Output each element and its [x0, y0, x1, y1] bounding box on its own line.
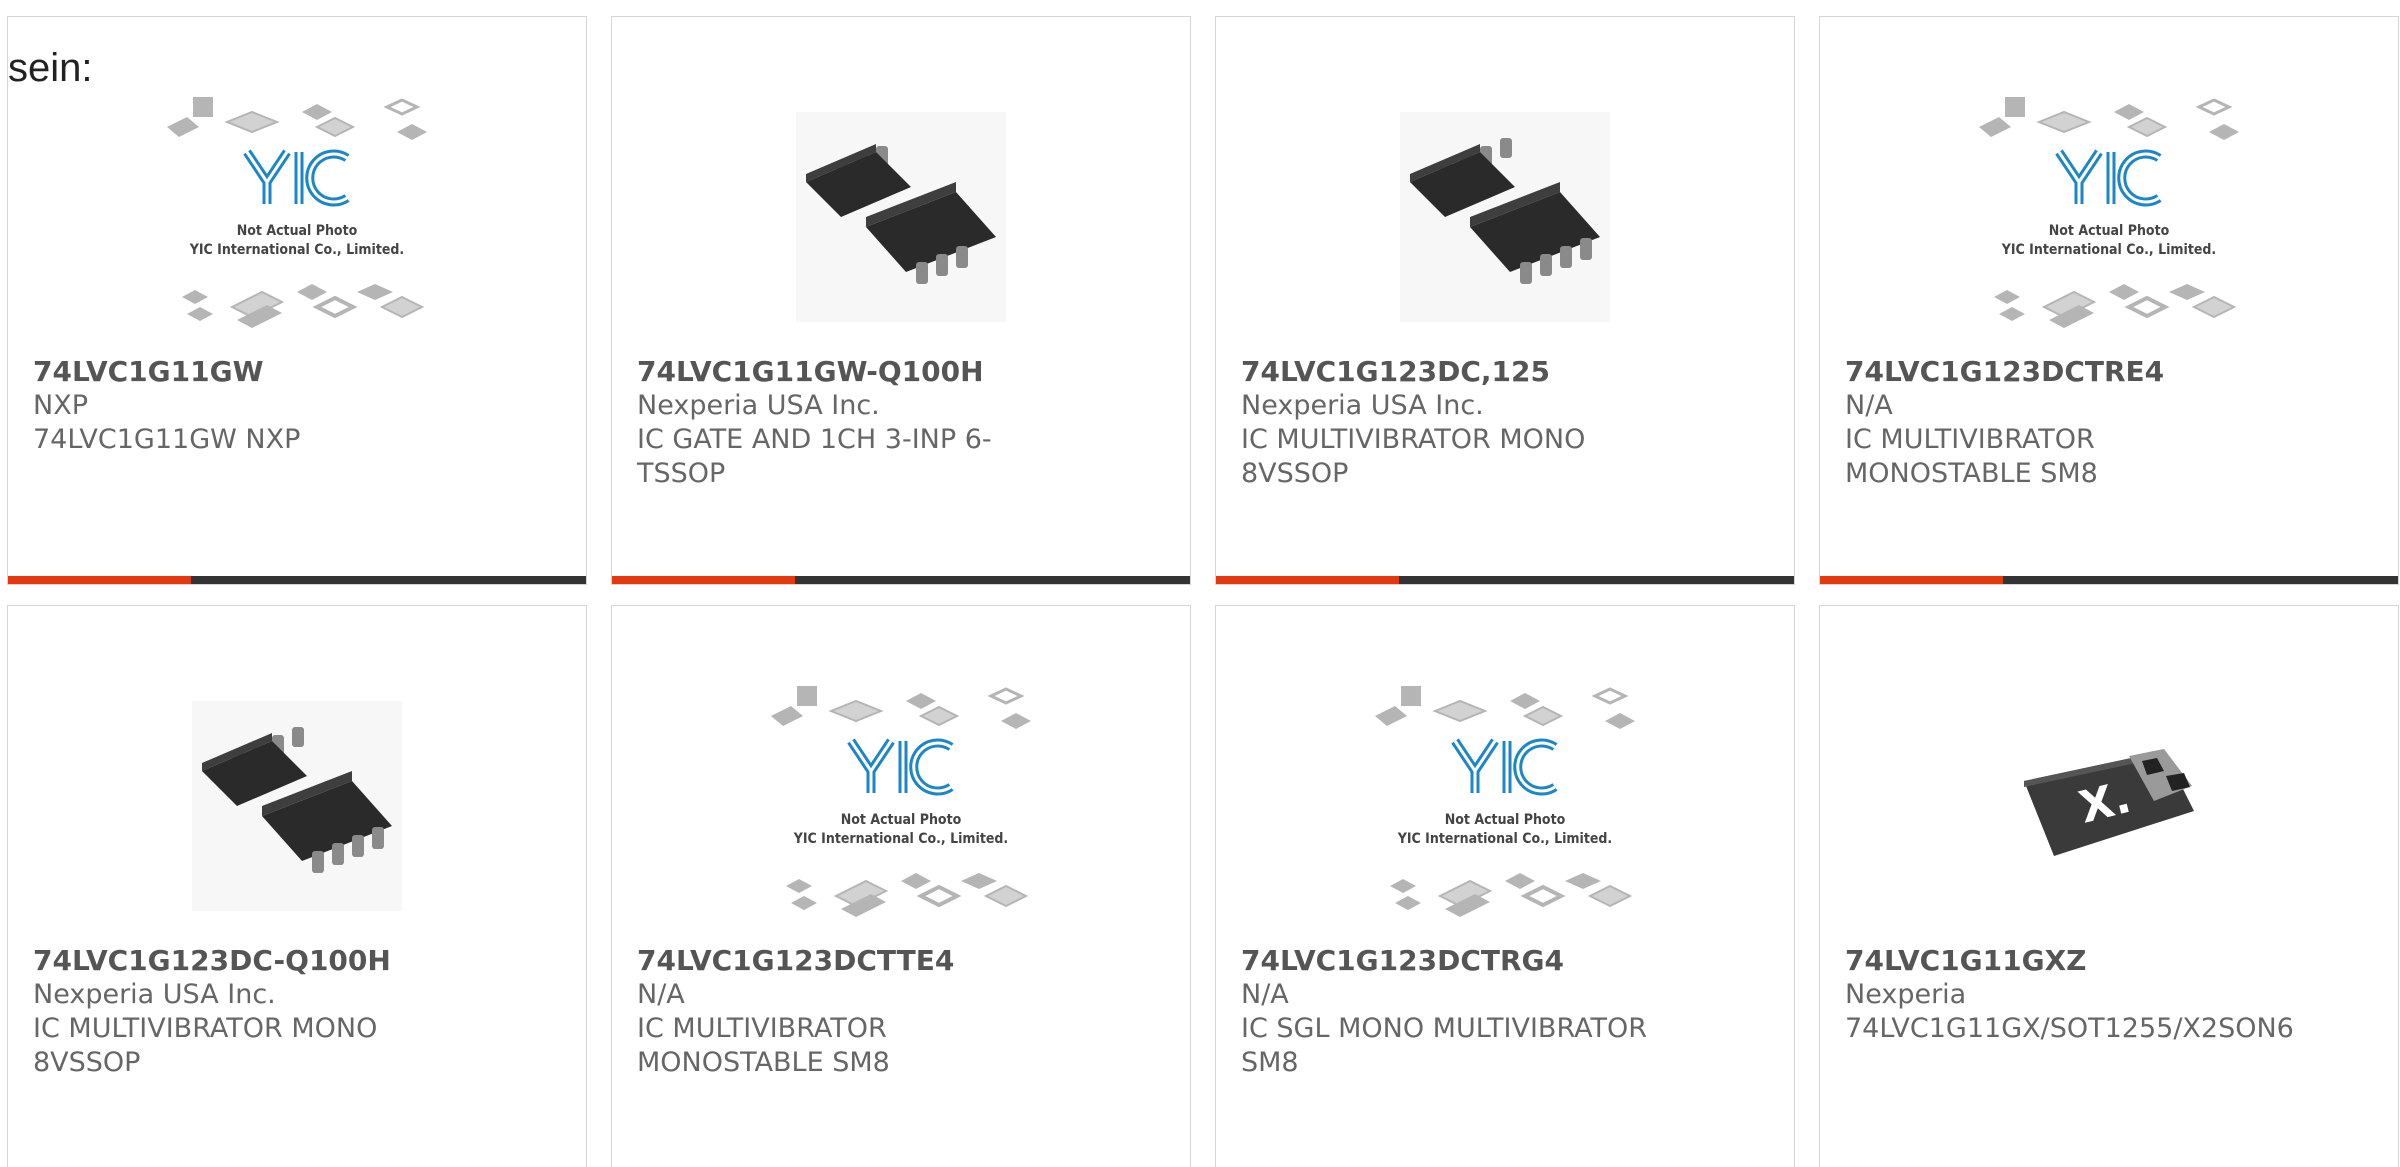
product-manufacturer: Nexperia — [1845, 979, 1967, 1010]
product-manufacturer: N/A — [1845, 390, 1893, 421]
product-listing-page: sein: Not Actual Photo YIC International… — [0, 0, 2400, 1167]
placeholder-line2: YIC International Co., Limited. — [1397, 831, 1612, 847]
placeholder-line1: Not Actual Photo — [1445, 812, 1566, 828]
product-grid: Not Actual Photo YIC International Co., … — [7, 16, 2399, 1167]
placeholder-line2: YIC International Co., Limited. — [189, 242, 404, 258]
product-info: 74LVC1G123DC,125 Nexperia USA Inc. IC MULT… — [1241, 355, 1774, 491]
product-card[interactable]: X. 74LVC1G11GXZ Nexperia 74LVC1G11GX/SOT12… — [1819, 605, 2399, 1167]
product-info: 74LVC1G123DCTRG4 N/A IC SGL MONO MULTIVIBR… — [1241, 944, 1774, 1080]
product-image[interactable]: Not Actual Photo YIC International Co., … — [612, 656, 1190, 956]
product-image[interactable]: Not Actual Photo YIC International Co., … — [8, 67, 586, 367]
product-image[interactable] — [1216, 67, 1794, 367]
product-card[interactable]: 74LVC1G123DC-Q100H Nexperia USA Inc. IC MU… — [7, 605, 587, 1167]
product-image[interactable] — [8, 656, 586, 956]
product-part-number[interactable]: 74LVC1G123DCTRG4 — [1241, 944, 1774, 978]
product-info: 74LVC1G123DCTTE4 N/A IC MULTIVIBRATOR MONO… — [637, 944, 1170, 1080]
product-card[interactable]: 74LVC1G123DC,125 Nexperia USA Inc. IC MULT… — [1215, 16, 1795, 585]
product-info: 74LVC1G123DC-Q100H Nexperia USA Inc. IC MU… — [33, 944, 566, 1080]
product-manufacturer: Nexperia USA Inc. — [637, 390, 880, 421]
product-part-number[interactable]: 74LVC1G11GW-Q100H — [637, 355, 1170, 389]
product-manufacturer: Nexperia USA Inc. — [1241, 390, 1484, 421]
ic-chip-package-icon — [192, 701, 402, 911]
product-image[interactable] — [612, 67, 1190, 367]
product-description: IC MULTIVIBRATOR MONOSTABLE SM8 — [1845, 424, 2098, 489]
nexperia-x2son-chip-icon: X. — [2024, 749, 2194, 856]
product-description: 74LVC1G11GW NXP — [33, 424, 301, 455]
product-info: 74LVC1G123DCTRE4 N/A IC MULTIVIBRATOR MONO… — [1845, 355, 2378, 491]
not-actual-photo-placeholder-icon: Not Actual Photo YIC International Co., … — [1979, 97, 2239, 328]
placeholder-line1: Not Actual Photo — [237, 223, 358, 239]
product-manufacturer: NXP — [33, 390, 88, 421]
product-description: IC MULTIVIBRATOR MONO 8VSSOP — [33, 1013, 378, 1078]
product-part-number[interactable]: 74LVC1G123DC-Q100H — [33, 944, 566, 978]
not-actual-photo-placeholder-icon: Not Actual Photo YIC International Co., … — [1375, 686, 1635, 917]
product-info: 74LVC1G11GW NXP 74LVC1G11GW NXP — [33, 355, 566, 457]
product-image[interactable]: X. — [1820, 656, 2398, 956]
product-description: IC SGL MONO MULTIVIBRATOR SM8 — [1241, 1013, 1648, 1078]
product-card[interactable]: Not Actual Photo YIC International Co., … — [7, 16, 587, 585]
product-description: IC MULTIVIBRATOR MONOSTABLE SM8 — [637, 1013, 890, 1078]
product-card[interactable]: Not Actual Photo YIC International Co., … — [1819, 16, 2399, 585]
product-image[interactable]: Not Actual Photo YIC International Co., … — [1216, 656, 1794, 956]
placeholder-line1: Not Actual Photo — [841, 812, 962, 828]
product-manufacturer: N/A — [1241, 979, 1289, 1010]
product-part-number[interactable]: 74LVC1G123DCTRE4 — [1845, 355, 2378, 389]
product-description: 74LVC1G11GX/SOT1255/X2SON6 — [1845, 1013, 2294, 1044]
placeholder-line2: YIC International Co., Limited. — [793, 831, 1008, 847]
card-hover-bar-accent — [612, 576, 795, 584]
not-actual-photo-placeholder-icon: Not Actual Photo YIC International Co., … — [771, 686, 1031, 917]
product-part-number[interactable]: 74LVC1G123DC,125 — [1241, 355, 1774, 389]
product-card[interactable]: Not Actual Photo YIC International Co., … — [1215, 605, 1795, 1167]
ic-chip-package-icon — [796, 112, 1006, 322]
placeholder-line1: Not Actual Photo — [2049, 223, 2170, 239]
product-card[interactable]: 74LVC1G11GW-Q100H Nexperia USA Inc. IC GAT… — [611, 16, 1191, 585]
product-info: 74LVC1G11GW-Q100H Nexperia USA Inc. IC GAT… — [637, 355, 1170, 491]
product-description: IC MULTIVIBRATOR MONO 8VSSOP — [1241, 424, 1586, 489]
product-manufacturer: N/A — [637, 979, 685, 1010]
card-hover-bar-accent — [1216, 576, 1399, 584]
product-part-number[interactable]: 74LVC1G11GW — [33, 355, 566, 389]
product-image[interactable]: Not Actual Photo YIC International Co., … — [1820, 67, 2398, 367]
product-part-number[interactable]: 74LVC1G123DCTTE4 — [637, 944, 1170, 978]
card-hover-bar-accent — [8, 576, 191, 584]
product-info: 74LVC1G11GXZ Nexperia 74LVC1G11GX/SOT1255/… — [1845, 944, 2378, 1046]
product-part-number[interactable]: 74LVC1G11GXZ — [1845, 944, 2378, 978]
product-description: IC GATE AND 1CH 3-INP 6-TSSOP — [637, 424, 992, 489]
placeholder-line2: YIC International Co., Limited. — [2001, 242, 2216, 258]
product-card[interactable]: Not Actual Photo YIC International Co., … — [611, 605, 1191, 1167]
not-actual-photo-placeholder-icon: Not Actual Photo YIC International Co., … — [167, 97, 427, 328]
product-manufacturer: Nexperia USA Inc. — [33, 979, 276, 1010]
ic-chip-package-icon — [1400, 112, 1610, 322]
card-hover-bar-accent — [1820, 576, 2003, 584]
intro-text: sein: — [8, 46, 93, 90]
